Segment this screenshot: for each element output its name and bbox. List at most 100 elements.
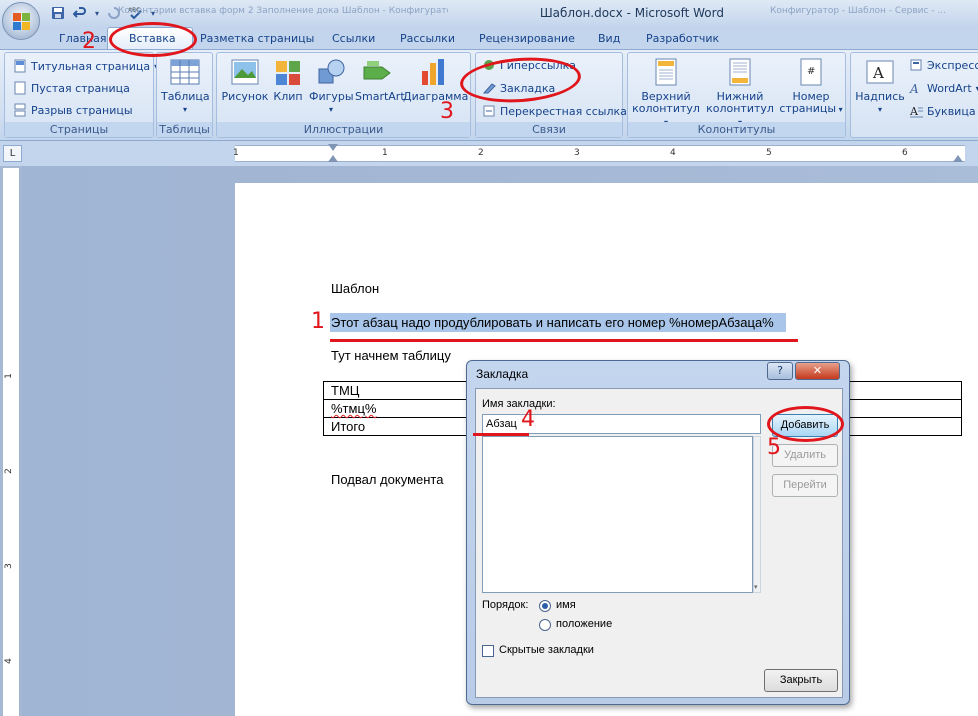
ruler-mark: 6 — [902, 148, 908, 158]
table-label: Таблица — [161, 90, 210, 103]
blank-page-button[interactable]: Пустая страница — [13, 79, 130, 97]
office-button[interactable] — [2, 2, 40, 40]
wordart-icon: A — [909, 82, 919, 95]
bookmark-name-label: Имя закладки: — [482, 398, 556, 410]
vruler-mark: 4 — [3, 658, 14, 664]
doc-title[interactable]: Шаблон — [331, 281, 379, 296]
picture-label: Рисунок — [221, 90, 269, 103]
annotation-number: 3 — [440, 99, 454, 124]
sort-by-position-radio[interactable] — [539, 619, 551, 631]
cover-page-icon — [14, 59, 26, 73]
goto-bookmark-button[interactable]: Перейти — [772, 474, 838, 497]
tab-developer[interactable]: Разработчик — [646, 32, 719, 45]
ruler-mark: 5 — [766, 148, 772, 158]
group-links-label: Связи — [476, 122, 622, 137]
clip-label: Клип — [273, 90, 303, 103]
textbox-label: Надпись — [855, 90, 905, 103]
sort-by-name-radio[interactable] — [539, 600, 551, 612]
group-tables: Таблица ▾ Таблицы — [156, 52, 213, 138]
header-label-2: колонтитул — [632, 102, 700, 115]
close-button[interactable]: Закрыть — [764, 669, 838, 692]
blank-page-label: Пустая страница — [31, 81, 130, 95]
horizontal-ruler[interactable]: 1 1 2 3 4 5 6 — [233, 144, 965, 162]
ruler-mark: 4 — [670, 148, 676, 158]
table-button[interactable]: Таблица ▾ — [161, 55, 210, 116]
first-line-indent-marker[interactable] — [328, 144, 338, 151]
doc-table-intro[interactable]: Тут начнем таблицу — [331, 348, 451, 363]
page-number-button[interactable]: # Номер страницы ▾ — [778, 55, 844, 116]
annotation-ring-insert-tab — [109, 22, 197, 57]
svg-text:A: A — [909, 82, 919, 95]
vertical-ruler[interactable]: 1 2 3 4 — [3, 168, 20, 716]
smartart-button[interactable]: SmartArt — [355, 55, 405, 103]
sort-by-position-label: положение — [556, 618, 613, 630]
tab-view[interactable]: Вид — [598, 32, 620, 45]
page-break-label: Разрыв страницы — [31, 103, 133, 117]
cover-page-label: Титульная страница — [31, 59, 151, 73]
wordart-button[interactable]: A WordArt ▾ — [909, 79, 978, 97]
textbox-button[interactable]: A Надпись ▾ — [853, 55, 907, 116]
chart-label: Диаграмма — [403, 90, 469, 103]
header-button[interactable]: Верхнийколонтитул ▾ — [630, 55, 702, 129]
tab-review[interactable]: Рецензирование — [479, 32, 575, 45]
sort-by-name-label: имя — [556, 599, 576, 611]
close-dialog-icon[interactable]: ✕ — [795, 362, 840, 380]
vruler-mark: 2 — [3, 468, 14, 474]
ruler-mark: 2 — [478, 148, 484, 158]
tab-selector-icon[interactable]: L — [3, 145, 22, 162]
doc-footer-text[interactable]: Подвал документа — [331, 472, 443, 487]
right-indent-marker[interactable] — [953, 155, 963, 162]
shapes-button[interactable]: Фигуры ▾ — [309, 55, 354, 116]
hidden-bookmarks-checkbox[interactable] — [482, 645, 494, 657]
hidden-bookmarks-label: Скрытые закладки — [499, 644, 594, 656]
scroll-down-icon[interactable]: ▾ — [754, 583, 758, 591]
textbox-icon: A — [866, 60, 894, 84]
footer-button[interactable]: Нижнийколонтитул ▾ — [704, 55, 776, 129]
annotation-underline-name — [473, 433, 529, 436]
quick-parts-button[interactable]: Экспресс- — [909, 56, 978, 74]
office-logo-icon — [12, 12, 30, 30]
sort-label: Порядок: — [482, 599, 529, 611]
tab-page-layout[interactable]: Разметка страницы — [200, 32, 314, 45]
annotation-underline-paragraph — [330, 339, 798, 342]
cross-reference-icon — [483, 105, 495, 117]
footer-icon — [729, 58, 751, 86]
quick-parts-label: Экспресс- — [927, 58, 978, 72]
hanging-indent-marker[interactable] — [328, 155, 338, 162]
help-button[interactable]: ? — [767, 362, 793, 380]
table-cell-text: %тмц% — [331, 401, 377, 416]
drop-cap-button[interactable]: AБуквица▾ — [909, 102, 978, 120]
bookmark-list-scrollbar[interactable]: ▾ — [753, 436, 761, 593]
group-header-footer-label: Колонтитулы — [628, 122, 845, 137]
tab-references[interactable]: Ссылки — [332, 32, 375, 45]
smartart-label: SmartArt — [355, 90, 405, 103]
clip-button[interactable]: Клип — [271, 55, 305, 103]
shapes-icon — [318, 59, 345, 84]
group-pages-label: Страницы — [5, 122, 153, 137]
ruler-mark: 1 — [382, 148, 388, 158]
group-illustrations: Рисунок Клип Фигуры ▾ SmartArt Диаграмма … — [216, 52, 471, 138]
cross-reference-button[interactable]: Перекрестная ссылка — [482, 102, 627, 120]
page-number-label-2: страницы — [779, 102, 837, 115]
group-illustrations-label: Иллюстрации — [217, 122, 470, 137]
page-break-icon — [14, 103, 26, 117]
doc-selected-paragraph[interactable]: Этот абзац надо продублировать и написат… — [330, 313, 786, 332]
group-tables-label: Таблицы — [157, 122, 212, 137]
picture-button[interactable]: Рисунок — [221, 55, 269, 103]
annotation-number: 1 — [311, 309, 325, 334]
chart-button[interactable]: Диаграмма — [403, 55, 468, 103]
tab-mailings[interactable]: Рассылки — [400, 32, 455, 45]
smartart-icon — [363, 61, 391, 80]
picture-icon — [231, 59, 259, 85]
blank-page-icon — [14, 81, 26, 95]
header-icon — [655, 58, 677, 86]
vruler-mark: 1 — [3, 373, 14, 379]
cover-page-button[interactable]: Титульная страница▾ — [13, 57, 158, 75]
bookmark-list[interactable] — [482, 436, 753, 593]
svg-text:A: A — [909, 105, 919, 118]
page-break-button[interactable]: Разрыв страницы — [13, 101, 133, 119]
delete-bookmark-button[interactable]: Удалить — [772, 444, 838, 467]
cross-reference-label: Перекрестная ссылка — [500, 104, 627, 118]
ruler-mark: 3 — [574, 148, 580, 158]
annotation-number: 5 — [767, 435, 781, 460]
